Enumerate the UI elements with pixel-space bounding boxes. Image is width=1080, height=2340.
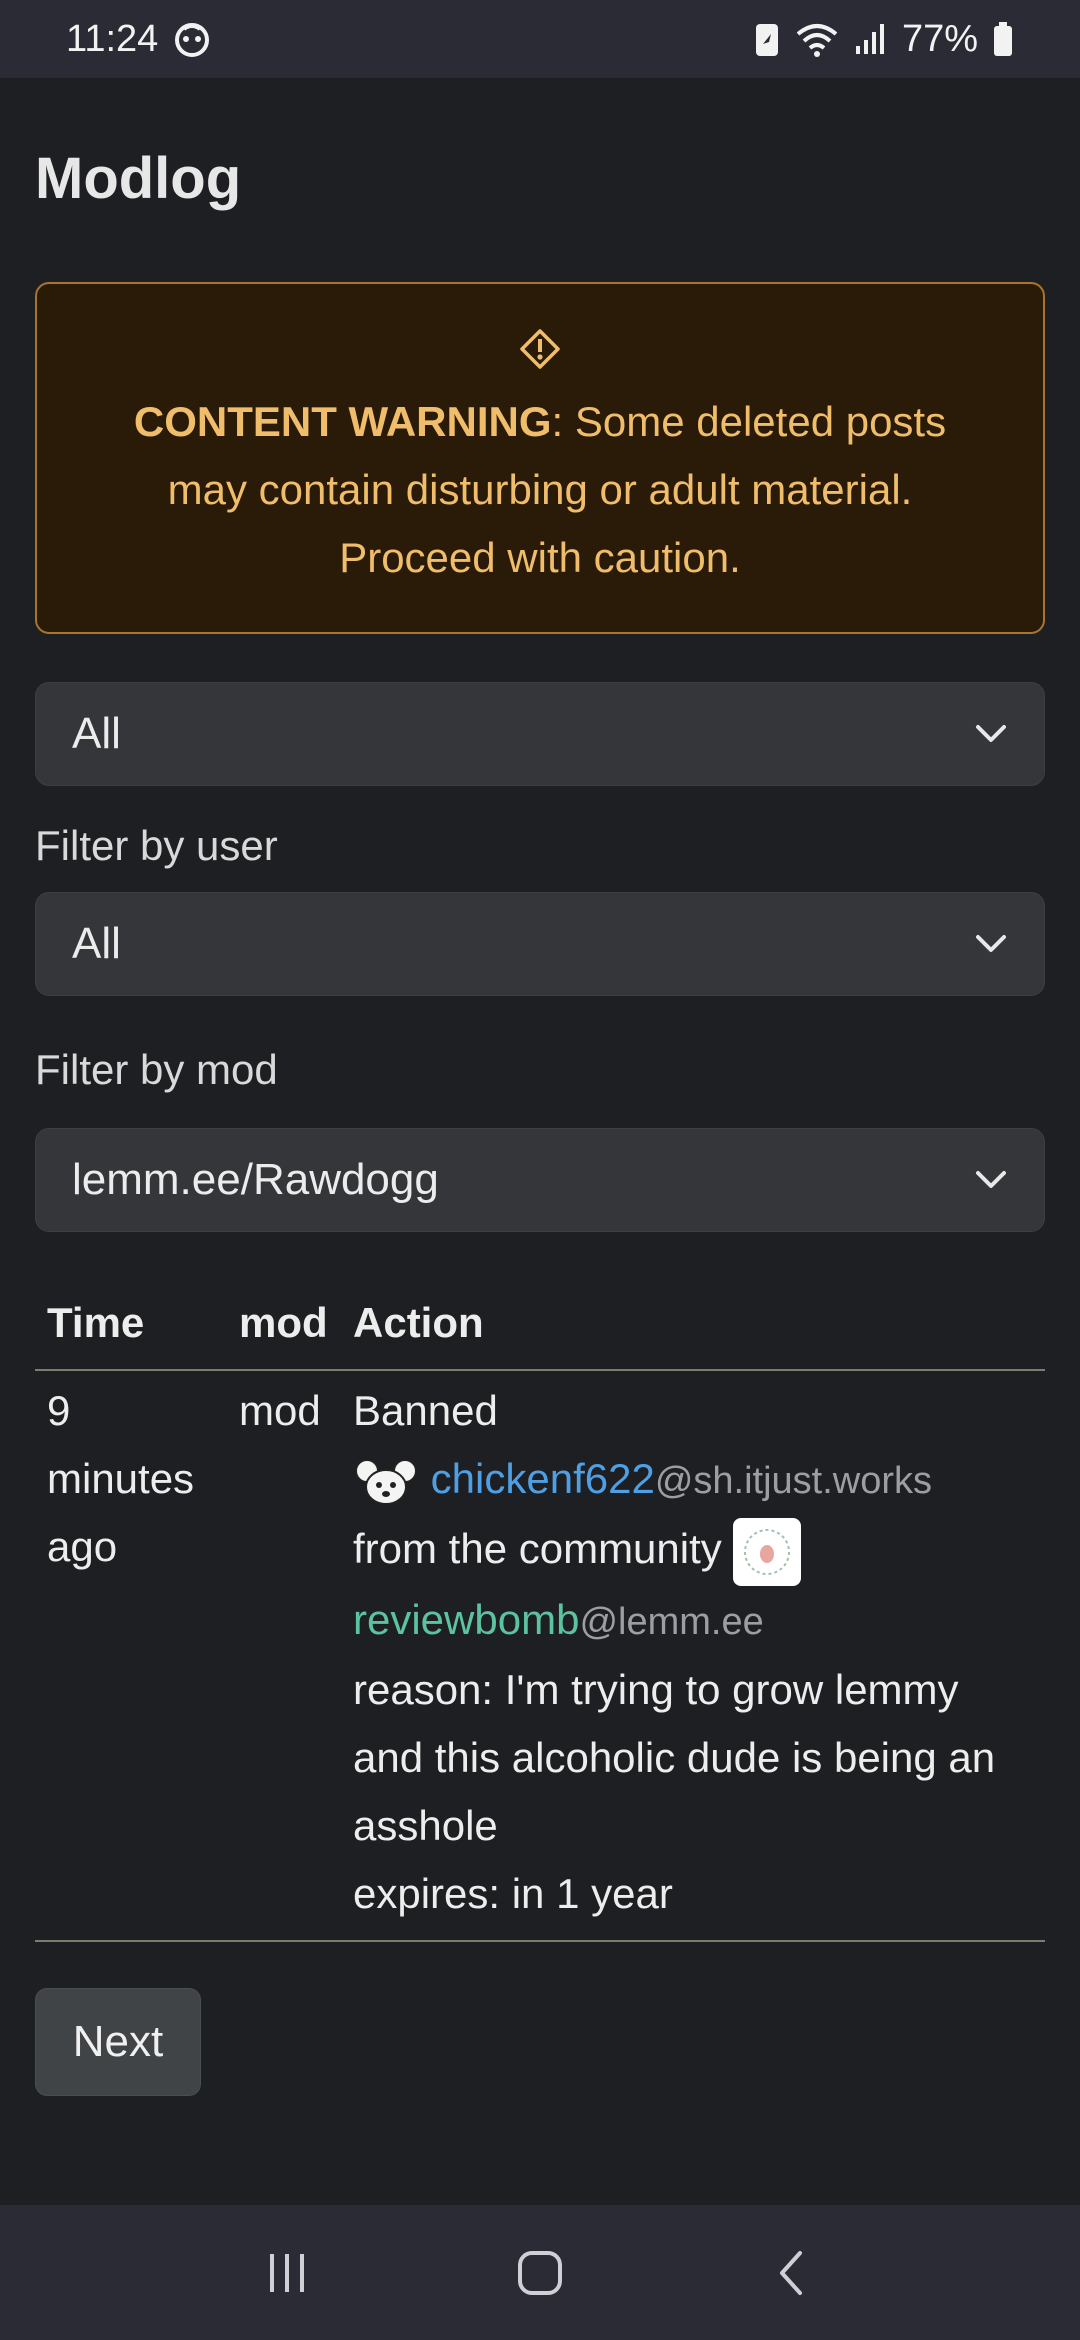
banned-user[interactable]: chickenf622@sh.itjust.works [353, 1445, 1033, 1515]
user-avatar-icon [353, 1457, 419, 1507]
filter-user-label: Filter by user [35, 822, 278, 869]
banned-user-instance: @sh.itjust.works [654, 1460, 933, 1502]
status-bar: 11:24 77% [0, 0, 1080, 78]
system-nav-bar [0, 2205, 1080, 2340]
chevron-down-icon [974, 723, 1008, 745]
time-cell: 9 minutes ago [35, 1370, 227, 1941]
community-logo-icon [744, 1528, 791, 1575]
warning-text: CONTENT WARNING: Some deleted posts may … [90, 388, 990, 592]
notification-face-icon [172, 19, 212, 59]
modlog-table: Time mod Action 9 minutes ago mod Banned [35, 1276, 1045, 1942]
table-header-row: Time mod Action [35, 1276, 1045, 1370]
ban-expires: expires: in 1 year [353, 1869, 673, 1917]
back-icon[interactable] [768, 2248, 818, 2298]
header-time: Time [47, 1298, 145, 1346]
filter-mod-label: Filter by mod [35, 1046, 278, 1093]
battery-saver-icon [754, 20, 780, 58]
filter-mod-select[interactable]: lemm.ee/Rawdogg [35, 1128, 1045, 1232]
community-instance: @lemm.ee [579, 1600, 764, 1643]
banned-user-name[interactable]: chickenf622 [431, 1455, 655, 1502]
warning-diamond-icon [519, 328, 561, 370]
main-content: Modlog CONTENT WARNING: Some deleted pos… [35, 78, 1045, 2096]
community-link-line[interactable]: reviewbomb@lemm.ee [353, 1586, 1033, 1656]
home-icon[interactable] [515, 2248, 565, 2298]
community-line: from the community [353, 1515, 1033, 1586]
mod-cell: mod [239, 1387, 321, 1434]
time-number: 9 [47, 1387, 71, 1434]
filter-mod-value: lemm.ee/Rawdogg [72, 1155, 439, 1204]
page-title: Modlog [35, 146, 242, 211]
battery-percent: 77% [901, 17, 978, 60]
community-avatar [733, 1517, 802, 1586]
action-type: Banned [353, 1387, 498, 1434]
table-row: 9 minutes ago mod Banned chickenf622@sh.… [35, 1370, 1045, 1941]
time-suffix: ago [47, 1523, 118, 1570]
signal-icon [854, 22, 888, 56]
time-unit: minutes [47, 1455, 195, 1502]
ban-reason: reason: I'm trying to grow lemmy and thi… [353, 1665, 996, 1849]
filter-user-value: All [72, 919, 121, 968]
from-community-text: from the community [353, 1525, 722, 1572]
content-warning-alert: CONTENT WARNING: Some deleted posts may … [35, 282, 1045, 634]
chevron-down-icon [974, 1169, 1008, 1191]
battery-icon [992, 20, 1014, 58]
wifi-icon [794, 20, 840, 58]
action-cell: Banned chickenf622@sh.itjust.works from … [341, 1370, 1045, 1941]
header-mod: mod [239, 1298, 328, 1346]
warning-label: CONTENT WARNING [133, 398, 552, 445]
header-action: Action [353, 1298, 484, 1346]
next-button[interactable]: Next [35, 1987, 201, 2096]
chevron-down-icon [974, 933, 1008, 955]
action-type-select[interactable]: All [35, 682, 1045, 786]
community-name[interactable]: reviewbomb [353, 1596, 579, 1643]
filter-user-select[interactable]: All [35, 892, 1045, 996]
action-type-value: All [72, 709, 121, 758]
recent-apps-icon[interactable] [262, 2248, 312, 2298]
status-time: 11:24 [66, 17, 159, 60]
